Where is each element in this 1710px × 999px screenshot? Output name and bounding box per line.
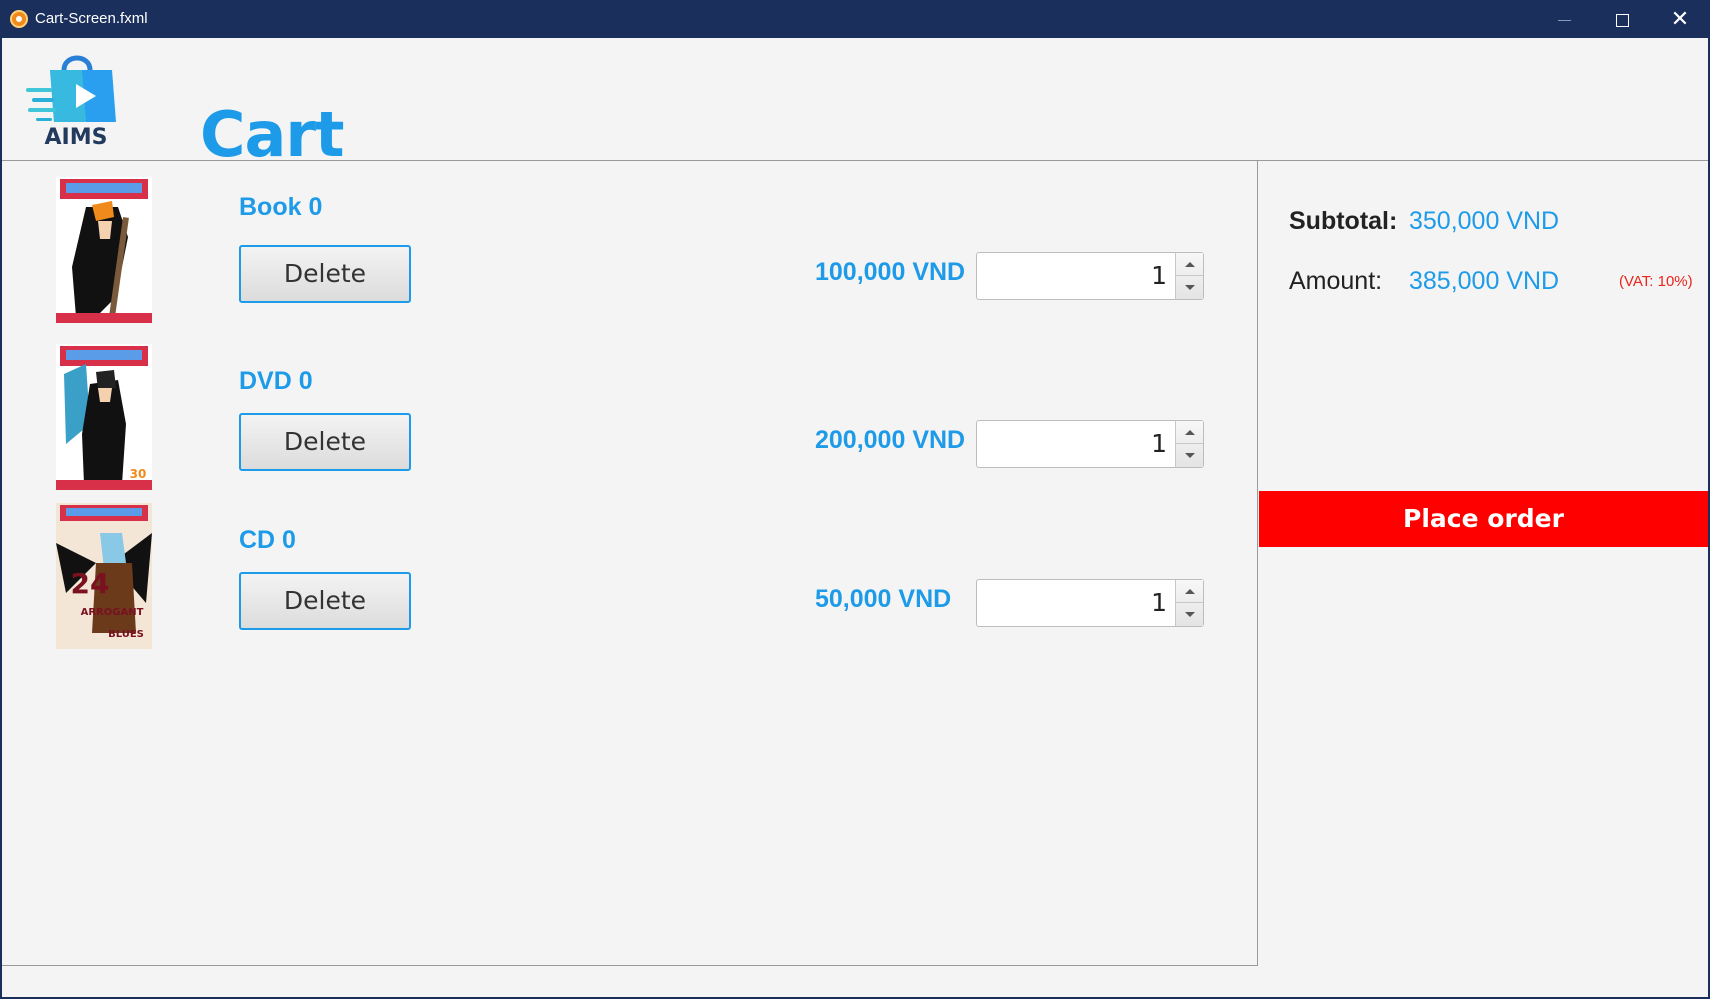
item-cover-image: 30: [56, 344, 152, 490]
decrement-arrow-icon[interactable]: [1176, 444, 1203, 467]
cart-items-pane: Book 0 Delete 100,000 VND 1 30 DVD 0 Del…: [2, 161, 1258, 966]
delete-button[interactable]: Delete: [239, 413, 411, 471]
amount-label: Amount:: [1289, 267, 1383, 295]
item-cover-image: 24 ARROGANT BLUES: [56, 503, 152, 649]
minimize-button[interactable]: [1535, 0, 1593, 38]
app-icon: [10, 10, 28, 28]
delete-button[interactable]: Delete: [239, 572, 411, 630]
quantity-stepper[interactable]: 1: [976, 420, 1204, 468]
close-button[interactable]: ✕: [1651, 0, 1709, 38]
item-price: 200,000 VND: [815, 426, 966, 454]
maximize-button[interactable]: [1593, 0, 1651, 38]
minimize-icon: [1557, 19, 1571, 21]
stepper-arrows: [1175, 580, 1203, 626]
logo-text: AIMS: [45, 125, 108, 148]
increment-arrow-icon[interactable]: [1176, 253, 1203, 276]
stepper-arrows: [1175, 253, 1203, 299]
increment-arrow-icon[interactable]: [1176, 421, 1203, 444]
aims-logo: AIMS: [24, 48, 128, 150]
svg-text:30: 30: [130, 467, 147, 481]
window-title: Cart-Screen.fxml: [35, 10, 148, 27]
increment-arrow-icon[interactable]: [1176, 580, 1203, 603]
header: AIMS Cart: [2, 38, 1708, 171]
place-order-button[interactable]: Place order: [1259, 491, 1708, 547]
item-name: Book 0: [239, 193, 323, 221]
decrement-arrow-icon[interactable]: [1176, 603, 1203, 626]
title-bar: Cart-Screen.fxml ✕: [0, 0, 1710, 38]
quantity-stepper[interactable]: 1: [976, 579, 1204, 627]
item-price: 100,000 VND: [815, 258, 966, 286]
quantity-value[interactable]: 1: [977, 580, 1175, 626]
item-name: CD 0: [239, 526, 296, 554]
subtotal-label: Subtotal:: [1289, 207, 1398, 235]
vat-note: (VAT: 10%): [1619, 273, 1693, 290]
delete-button[interactable]: Delete: [239, 245, 411, 303]
decrement-arrow-icon[interactable]: [1176, 276, 1203, 299]
item-cover-image: [56, 177, 152, 323]
quantity-value[interactable]: 1: [977, 421, 1175, 467]
stepper-arrows: [1175, 421, 1203, 467]
quantity-stepper[interactable]: 1: [976, 252, 1204, 300]
svg-text:ARROGANT: ARROGANT: [81, 607, 144, 618]
maximize-icon: [1615, 13, 1629, 27]
subtotal-value: 350,000 VND: [1409, 207, 1560, 235]
svg-text:BLUES: BLUES: [108, 629, 144, 640]
item-name: DVD 0: [239, 367, 313, 395]
amount-value: 385,000 VND: [1409, 267, 1560, 295]
order-summary: Subtotal: 350,000 VND Amount: 385,000 VN…: [1259, 161, 1708, 966]
item-price: 50,000 VND: [815, 585, 952, 613]
svg-text:24: 24: [71, 567, 110, 600]
close-icon: ✕: [1670, 6, 1690, 31]
quantity-value[interactable]: 1: [977, 253, 1175, 299]
